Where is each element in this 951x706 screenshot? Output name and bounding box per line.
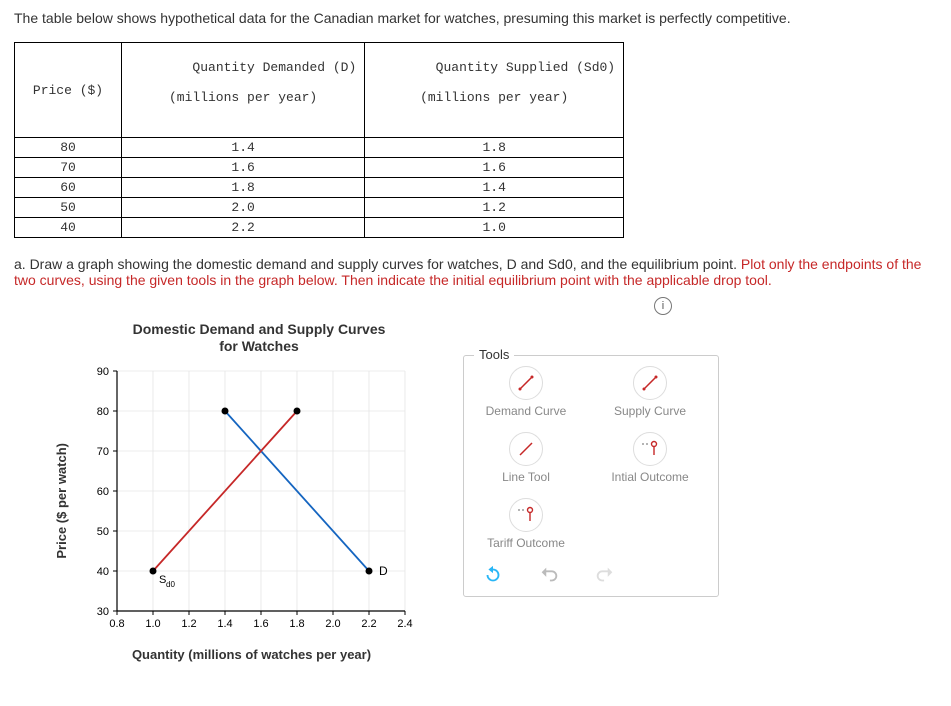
- table-row: 801.41.8: [15, 138, 624, 158]
- tool-demand-curve[interactable]: Demand Curve: [476, 366, 576, 418]
- y-axis-label: Price ($ per watch): [54, 443, 69, 559]
- svg-text:50: 50: [97, 526, 109, 538]
- drop-point-icon: [633, 432, 667, 466]
- tool-initial-outcome[interactable]: Intial Outcome: [600, 432, 700, 484]
- tool-supply-curve[interactable]: Supply Curve: [600, 366, 700, 418]
- svg-text:80: 80: [97, 406, 109, 418]
- chart-title: Domestic Demand and Supply Curves for Wa…: [94, 321, 424, 355]
- th-qs: Quantity Supplied (Sd0) (millions per ye…: [365, 43, 624, 138]
- info-icon[interactable]: i: [654, 297, 672, 315]
- tools-panel: Tools Demand Curve Supply Curve Line: [463, 355, 719, 597]
- chart-block: Domestic Demand and Supply Curves for Wa…: [54, 321, 435, 662]
- svg-text:d0: d0: [166, 580, 175, 589]
- svg-text:0.8: 0.8: [109, 618, 124, 630]
- line-icon: [509, 432, 543, 466]
- line-icon: [633, 366, 667, 400]
- svg-text:1.8: 1.8: [289, 618, 304, 630]
- svg-text:1.6: 1.6: [253, 618, 268, 630]
- tools-legend: Tools: [474, 347, 514, 362]
- data-table: Price ($) Quantity Demanded (D) (million…: [14, 42, 624, 238]
- svg-text:1.4: 1.4: [217, 618, 232, 630]
- x-axis-label: Quantity (millions of watches per year): [94, 647, 409, 662]
- svg-text:2.2: 2.2: [361, 618, 376, 630]
- table-row: 502.01.2: [15, 198, 624, 218]
- svg-text:90: 90: [97, 366, 109, 378]
- svg-text:D: D: [379, 564, 388, 578]
- line-icon: [509, 366, 543, 400]
- svg-text:30: 30: [97, 606, 109, 618]
- tool-tariff-outcome[interactable]: Tariff Outcome: [476, 498, 576, 550]
- svg-text:70: 70: [97, 446, 109, 458]
- intro-text: The table below shows hypothetical data …: [14, 10, 937, 26]
- chart-canvas[interactable]: 0.8 1.0 1.2 1.4 1.6 1.8 2.0 2.2 2.4 30 40 50 60 70 80 9…: [75, 361, 435, 641]
- th-qd: Quantity Demanded (D) (millions per year…: [122, 43, 365, 138]
- table-row: 402.21.0: [15, 218, 624, 238]
- svg-text:1.2: 1.2: [181, 618, 196, 630]
- th-price: Price ($): [15, 43, 122, 138]
- svg-text:2.4: 2.4: [397, 618, 412, 630]
- reset-icon[interactable]: [482, 564, 504, 586]
- undo-icon[interactable]: [538, 564, 560, 586]
- table-row: 601.81.4: [15, 178, 624, 198]
- tool-line[interactable]: Line Tool: [476, 432, 576, 484]
- question-text: a. Draw a graph showing the domestic dem…: [14, 256, 937, 288]
- svg-text:1.0: 1.0: [145, 618, 160, 630]
- svg-text:60: 60: [97, 486, 109, 498]
- svg-text:2.0: 2.0: [325, 618, 340, 630]
- drop-point-icon: [509, 498, 543, 532]
- svg-text:40: 40: [97, 566, 109, 578]
- redo-icon[interactable]: [594, 564, 616, 586]
- table-row: 701.61.6: [15, 158, 624, 178]
